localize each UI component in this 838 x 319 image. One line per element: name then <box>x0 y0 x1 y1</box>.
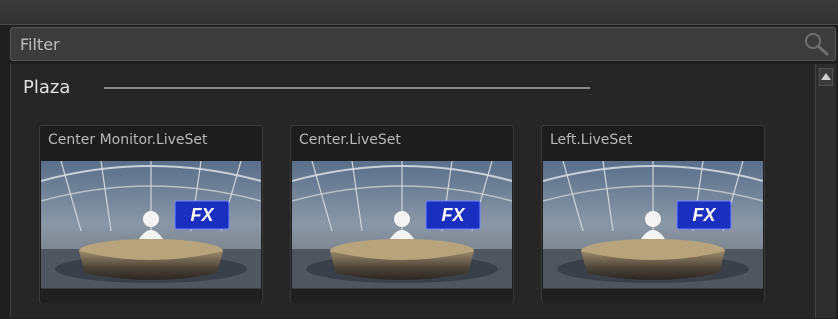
liveset-thumbnail: FX <box>543 161 763 288</box>
fx-badge: FX <box>190 205 214 225</box>
filter-input[interactable] <box>11 28 809 60</box>
chevron-up-icon[interactable] <box>819 68 833 86</box>
card-label: Left.LiveSet <box>550 132 633 148</box>
group-divider <box>104 87 590 89</box>
liveset-thumbnail: FX <box>41 161 261 288</box>
vertical-scrollbar[interactable] <box>815 64 836 318</box>
fx-badge: FX <box>441 205 465 225</box>
group-title: Plaza <box>23 77 71 98</box>
liveset-card[interactable]: Center.LiveSet FX <box>290 125 514 303</box>
liveset-panel: Plaza Center Monitor.LiveSet FX Center.L… <box>10 64 817 318</box>
liveset-thumbnail: FX <box>292 161 512 288</box>
title-strip <box>0 0 838 24</box>
filter-bar <box>10 27 836 61</box>
search-icon[interactable] <box>801 30 831 58</box>
liveset-card[interactable]: Left.LiveSet FX <box>541 125 765 303</box>
card-footer <box>41 288 261 303</box>
card-label: Center.LiveSet <box>299 132 401 148</box>
card-footer <box>543 288 763 303</box>
card-footer <box>292 288 512 303</box>
liveset-browser: Plaza Center Monitor.LiveSet <box>0 0 838 319</box>
card-label: Center Monitor.LiveSet <box>48 132 208 148</box>
liveset-card[interactable]: Center Monitor.LiveSet FX <box>39 125 263 303</box>
fx-badge: FX <box>692 205 716 225</box>
